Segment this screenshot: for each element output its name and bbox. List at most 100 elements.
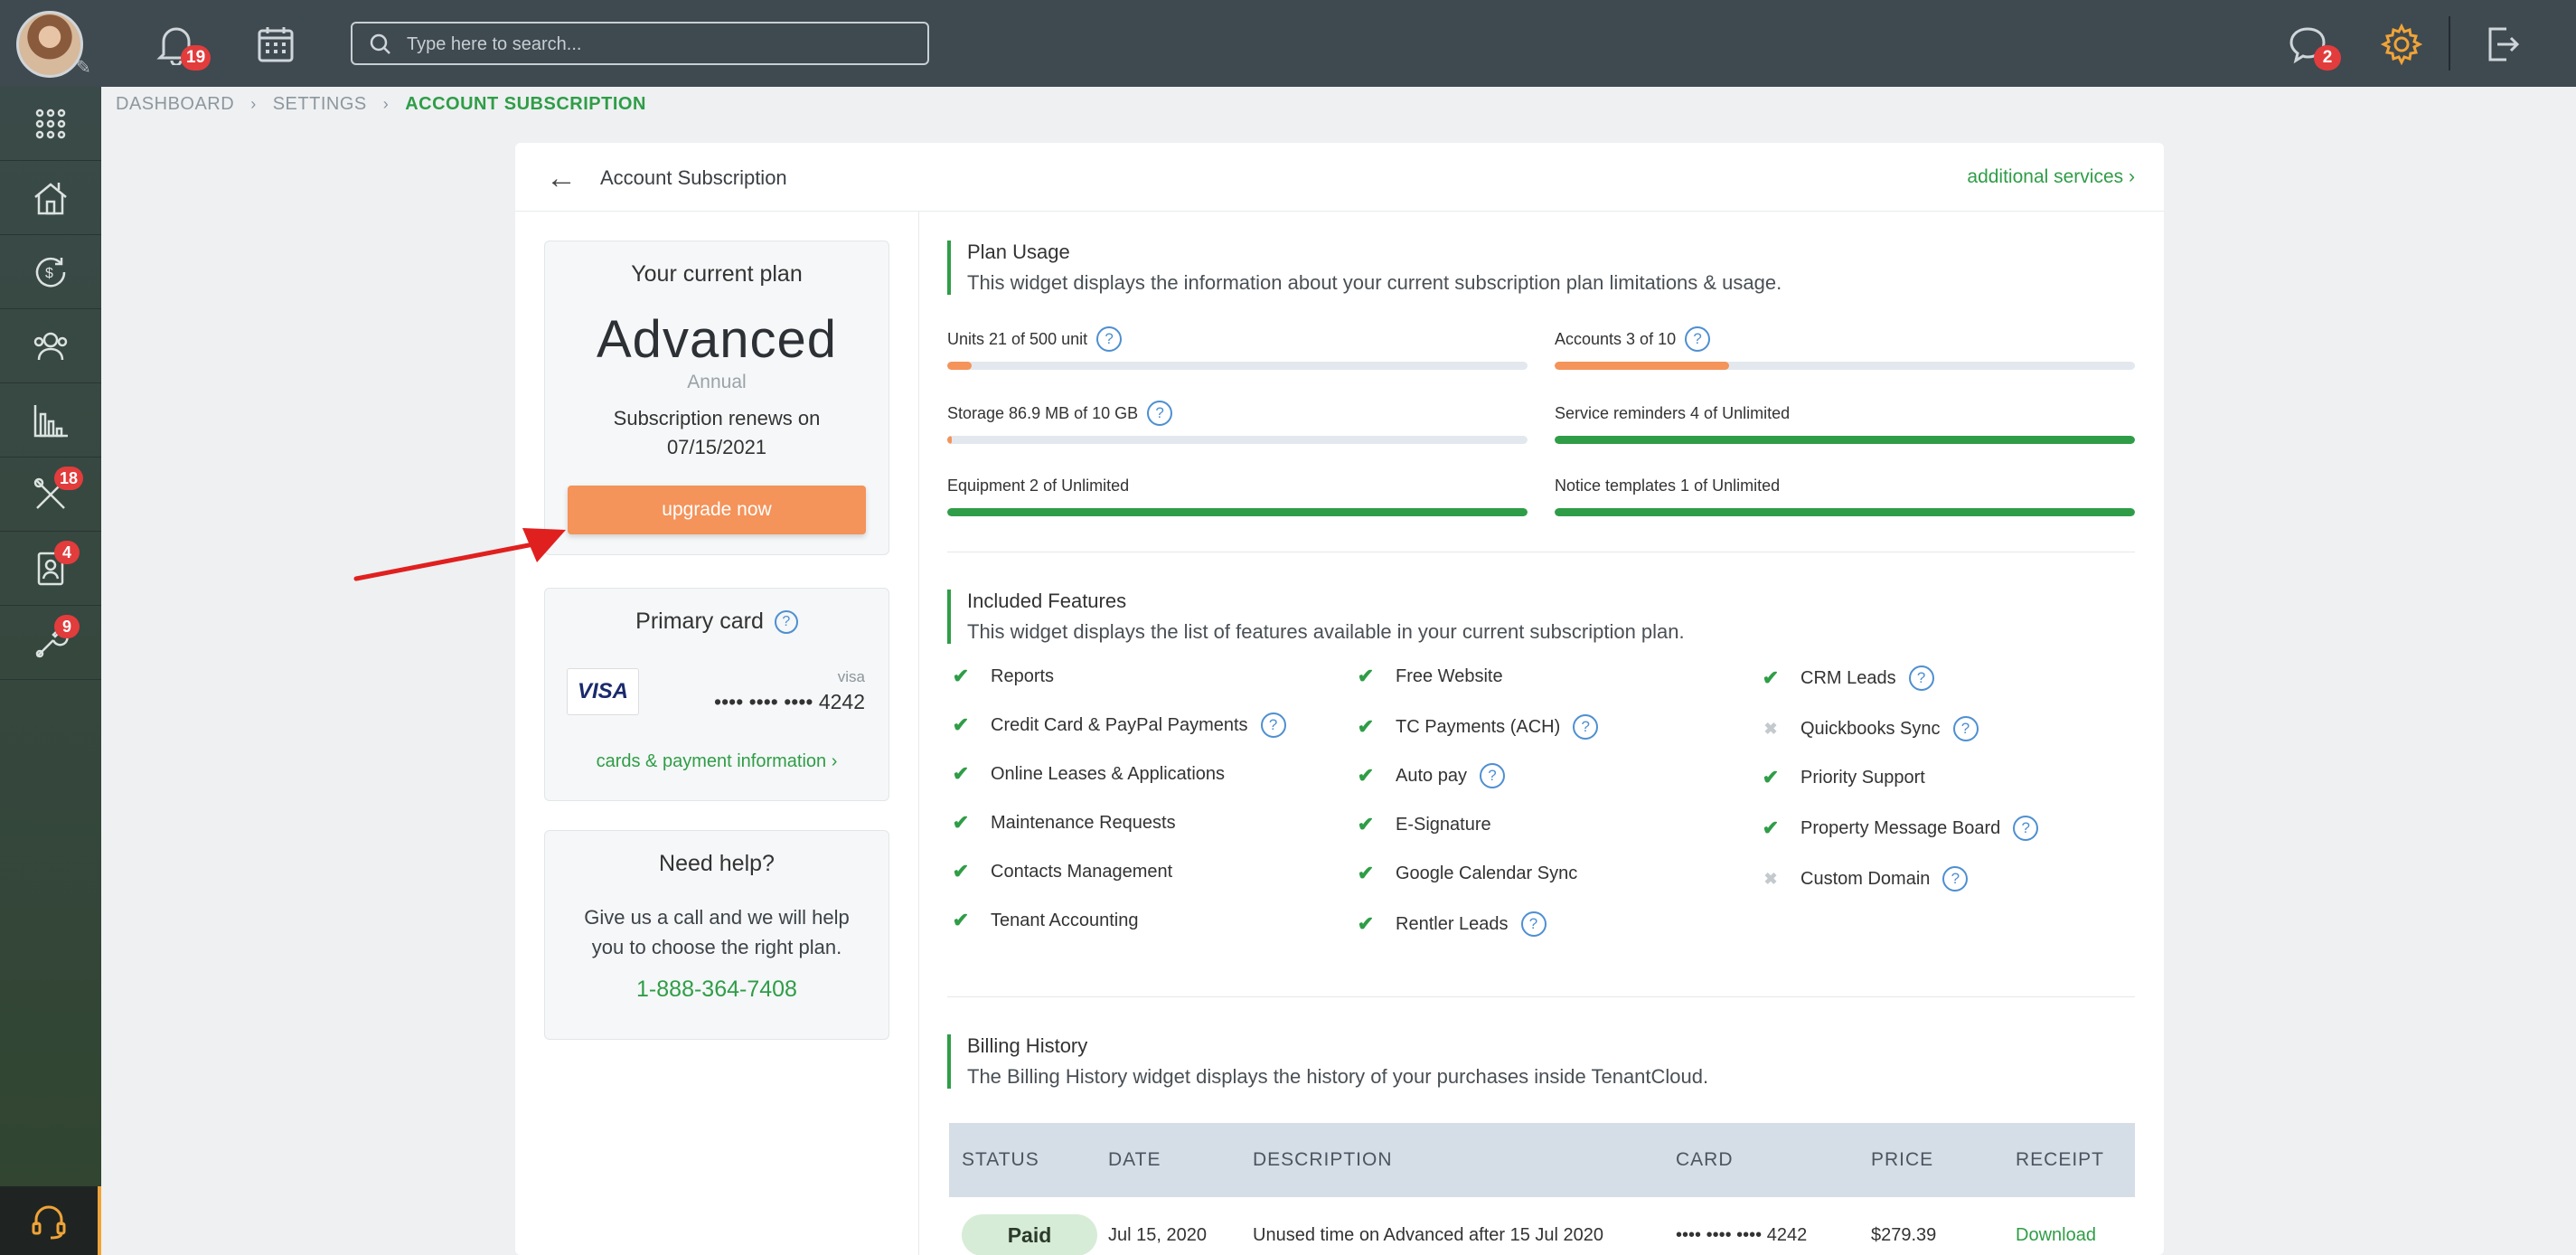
messages-chat-icon[interactable]: 2 — [2285, 22, 2341, 71]
usage-units: Units 21 of 500 unit? — [947, 326, 1528, 370]
help-icon[interactable]: ? — [2013, 816, 2039, 841]
help-icon[interactable]: ? — [1096, 326, 1123, 352]
feature-label: CRM Leads — [1800, 667, 1896, 688]
billing-desc: The Billing History widget displays the … — [967, 1065, 1709, 1088]
notifications-bell-icon[interactable]: 19 — [154, 22, 212, 71]
plan-name: Advanced — [597, 310, 837, 369]
help-icon[interactable]: ? — [1942, 866, 1969, 892]
col-date[interactable]: DATE — [1108, 1149, 1253, 1171]
sidebar-item-contacts[interactable] — [0, 309, 101, 383]
user-avatar[interactable] — [16, 11, 83, 78]
usage-label: Storage 86.9 MB of 10 GB — [947, 403, 1139, 422]
usage-bar — [947, 508, 1528, 516]
contacts-icon — [33, 332, 68, 360]
breadcrumb-settings[interactable]: SETTINGS — [273, 94, 367, 115]
back-arrow-icon[interactable]: ← — [546, 161, 577, 196]
calendar-icon[interactable] — [253, 22, 298, 67]
visa-logo: VISA — [567, 668, 639, 715]
primary-card-panel: Primary card? VISA visa •••• •••• •••• 4… — [544, 588, 889, 801]
col-card[interactable]: CARD — [1676, 1149, 1871, 1171]
card-cell: •••• •••• •••• 4242 — [1676, 1224, 1808, 1245]
help-icon[interactable]: ? — [1260, 712, 1286, 738]
status-cell: Paid — [949, 1214, 1108, 1255]
check-icon: ✔ — [1357, 813, 1375, 835]
cross-icon: ✖ — [1763, 869, 1778, 888]
help-icon[interactable]: ? — [1147, 401, 1173, 426]
sidebar-item-accounting[interactable]: $ — [0, 235, 101, 309]
feature-item: ✔ Auto pay? — [1352, 761, 1505, 790]
help-icon[interactable]: ? — [1520, 911, 1547, 937]
download-link[interactable]: Download — [2016, 1225, 2096, 1245]
help-icon[interactable]: ? — [1952, 716, 1979, 741]
check-icon: ✔ — [952, 811, 970, 834]
check-icon: ✔ — [952, 909, 970, 931]
status-badge: Paid — [962, 1214, 1097, 1255]
feature-item: ✔ Contacts Management — [947, 857, 1172, 886]
col-status[interactable]: STATUS — [949, 1149, 1108, 1171]
col-price[interactable]: PRICE — [1871, 1149, 2016, 1171]
check-icon: ✔ — [1762, 766, 1780, 788]
additional-services-link[interactable]: additional services › — [1967, 166, 2135, 188]
maintenance-badge: 18 — [54, 467, 84, 490]
help-icon[interactable]: ? — [1573, 714, 1599, 740]
sidebar-item-apps[interactable] — [0, 87, 101, 161]
upgrade-now-button[interactable]: upgrade now — [568, 486, 866, 534]
help-icon[interactable]: ? — [1685, 326, 1711, 352]
usage-storage: Storage 86.9 MB of 10 GB? — [947, 400, 1528, 444]
help-icon[interactable]: ? — [774, 610, 798, 635]
feature-label: Credit Card & PayPal Payments — [991, 714, 1248, 735]
support-button[interactable] — [0, 1186, 101, 1255]
usage-bar — [947, 436, 1528, 444]
feature-item: ✔ Credit Card & PayPal Payments? — [947, 711, 1286, 740]
usage-bar — [1555, 362, 2135, 370]
feature-item: ✔ Maintenance Requests — [947, 808, 1176, 837]
cards-payment-link-label: cards & payment information — [596, 751, 827, 771]
plan-usage-header: Plan Usage This widget displays the info… — [947, 241, 1782, 295]
applications-badge: 4 — [54, 541, 80, 564]
help-icon[interactable]: ? — [1908, 665, 1934, 691]
col-description[interactable]: DESCRIPTION — [1253, 1149, 1676, 1171]
topbar-divider — [2449, 16, 2450, 71]
notifications-count-badge: 19 — [181, 45, 212, 71]
sidebar-item-maintenance[interactable]: 18 — [0, 458, 101, 532]
usage-bar-fill — [1555, 362, 1729, 370]
check-icon: ✔ — [1357, 715, 1375, 738]
features-header: Included Features This widget displays t… — [947, 590, 1685, 644]
pin-icon[interactable]: ✎ — [76, 56, 91, 79]
plan-usage-title: Plan Usage — [967, 241, 1070, 263]
annotation-arrow-icon — [353, 528, 566, 581]
billing-table-header: STATUS DATE DESCRIPTION CARD PRICE RECEI… — [949, 1123, 2135, 1197]
sidebar-item-properties[interactable] — [0, 161, 101, 235]
feature-label: Auto pay — [1396, 765, 1467, 786]
feature-label: Rentler Leads — [1396, 913, 1509, 934]
feature-item: ✔ CRM Leads? — [1757, 664, 1934, 693]
feature-label: Google Calendar Sync — [1396, 863, 1578, 883]
help-phone-link[interactable]: 1-888-364-7408 — [545, 977, 888, 1003]
usage-label: Notice templates 1 of Unlimited — [1555, 476, 1781, 495]
properties-icon — [34, 182, 67, 214]
col-receipt[interactable]: RECEIPT — [2016, 1149, 2135, 1171]
breadcrumb-dashboard[interactable]: DASHBOARD — [116, 94, 234, 115]
sidebar-item-tools[interactable]: 9 — [0, 606, 101, 680]
cards-payment-link[interactable]: cards & payment information › — [545, 751, 888, 772]
help-icon[interactable]: ? — [1479, 763, 1505, 788]
usage-bar — [947, 362, 1528, 370]
receipt-cell: Download — [2016, 1225, 2135, 1246]
usage-service-reminders: Service reminders 4 of Unlimited — [1555, 400, 2135, 444]
usage-bar-fill — [1555, 508, 2135, 516]
search-box[interactable] — [351, 22, 929, 65]
settings-gear-icon[interactable] — [2379, 22, 2424, 67]
usage-bar-fill — [947, 508, 1528, 516]
description-cell: Unused time on Advanced after 15 Jul 202… — [1253, 1224, 1604, 1245]
feature-item: ✔ Rentler Leads? — [1352, 910, 1547, 939]
feature-item: ✖ Custom Domain? — [1757, 864, 1969, 893]
logout-icon[interactable] — [2480, 22, 2525, 67]
primary-card-heading: Primary card? — [545, 609, 888, 635]
feature-item: ✔ Online Leases & Applications — [947, 760, 1225, 788]
sidebar-item-applications[interactable]: 4 — [0, 532, 101, 606]
sidebar-item-reports[interactable] — [0, 383, 101, 458]
search-input[interactable] — [407, 31, 913, 58]
renew-label: Subscription renews on — [613, 407, 821, 429]
feature-item: ✔ Property Message Board? — [1757, 814, 2039, 843]
features-desc: This widget displays the list of feature… — [967, 620, 1685, 643]
